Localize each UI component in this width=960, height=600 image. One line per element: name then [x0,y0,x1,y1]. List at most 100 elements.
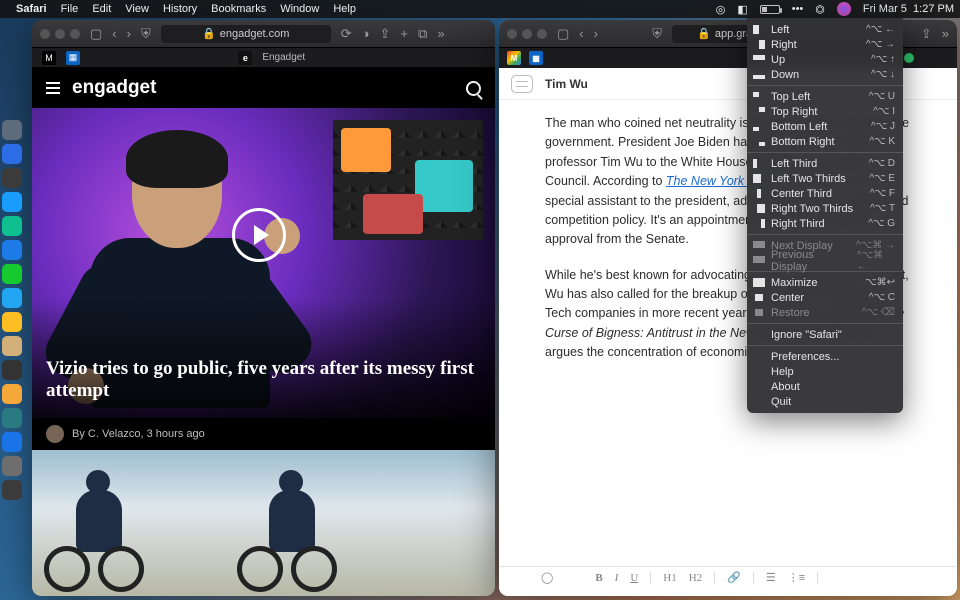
forward-button[interactable]: › [594,26,598,41]
privacy-icon[interactable]: ⛨ [141,26,151,42]
author-name[interactable]: C. Velazco [88,428,141,440]
dock-app-5[interactable] [2,240,22,260]
battery-icon[interactable] [760,5,780,14]
hero-article[interactable]: Vizio tries to go public, five years aft… [32,108,495,418]
tab-pinned-trello[interactable]: ▦ [529,51,543,65]
dock-app-8[interactable] [2,312,22,332]
rect-menu-item[interactable]: Preferences... [747,349,903,364]
rect-menu-item[interactable]: Left Third^⌥ D [747,156,903,171]
menu-window[interactable]: Window [280,3,319,15]
tab-label[interactable]: Engadget [262,52,305,63]
dock-app-14[interactable] [2,456,22,476]
rect-menu-item[interactable]: Right Third^⌥ G [747,216,903,231]
doc-title[interactable]: Tim Wu [545,77,588,91]
menubar: Safari File Edit View History Bookmarks … [0,0,960,18]
sidebar-icon[interactable]: ▢ [557,26,569,42]
rect-menu-item[interactable]: Bottom Left^⌥ J [747,119,903,134]
new-tab-button[interactable]: + [400,26,408,41]
menu-help[interactable]: Help [333,3,356,15]
attach-icon[interactable]: ◯ [541,571,553,584]
hero-artwork [333,120,483,240]
overflow-icon[interactable]: ••• [792,3,804,15]
sidebar-toggle-icon[interactable] [511,75,533,93]
bold-button[interactable]: B [595,572,602,584]
dock-app-6[interactable] [2,264,22,284]
dock-app-13[interactable] [2,432,22,452]
siri-icon[interactable] [837,2,851,16]
rect-menu-item[interactable]: Ignore "Safari" [747,327,903,342]
privacy-icon[interactable]: ⛨ [652,26,662,42]
site-logo[interactable]: engadget [72,77,156,99]
dock-app-1[interactable] [2,144,22,164]
rect-menu-item[interactable]: Right Two Thirds^⌥ T [747,201,903,216]
back-button[interactable]: ‹ [579,26,583,41]
overflow-button[interactable]: » [942,26,949,41]
rect-menu-item[interactable]: Center^⌥ C [747,290,903,305]
share-button[interactable]: ⇪ [380,26,391,42]
rect-menu-item[interactable]: Center Third^⌥ F [747,186,903,201]
menu-bookmarks[interactable]: Bookmarks [211,3,266,15]
window-controls[interactable] [40,29,80,39]
menu-edit[interactable]: Edit [92,3,111,15]
rect-menu-item[interactable]: About [747,379,903,394]
rect-menu-item[interactable]: Right^⌥ → [747,37,903,52]
menu-file[interactable]: File [61,3,79,15]
dock-app-15[interactable] [2,480,22,500]
rectangle-menubar-icon[interactable]: ◧ [737,3,747,16]
hamburger-icon[interactable] [46,82,60,94]
window-shape-icon [753,174,765,183]
rect-menu-item[interactable]: Help [747,364,903,379]
forward-button[interactable]: › [127,26,131,41]
dock-app-12[interactable] [2,408,22,428]
h2-button[interactable]: H2 [689,572,702,584]
rect-menu-item[interactable]: Bottom Right^⌥ K [747,134,903,149]
shortcut-label: ^⌥ T [870,203,895,214]
reload-button[interactable]: ⟳ [341,26,352,42]
sidebar-icon[interactable]: ▢ [90,26,102,42]
second-article-image[interactable] [32,450,495,596]
italic-button[interactable]: I [615,572,619,584]
tab-pinned-gmail[interactable]: M [507,51,521,65]
dock-app-9[interactable] [2,336,22,356]
bulleted-list-icon[interactable]: ⋮≡ [788,571,805,584]
rect-menu-item[interactable]: Left^⌥ ← [747,22,903,37]
dock-app-7[interactable] [2,288,22,308]
h1-button[interactable]: H1 [663,572,676,584]
window-shape-icon [753,293,765,302]
rect-menu-item[interactable]: Left Two Thirds^⌥ E [747,171,903,186]
underline-button[interactable]: U [630,572,638,584]
window-controls[interactable] [507,29,547,39]
rect-menu-item[interactable]: Quit [747,394,903,409]
control-center-icon[interactable]: ⏣ [815,3,825,16]
app-menu[interactable]: Safari [16,3,47,15]
link-icon[interactable]: 🔗 [727,571,741,584]
dock-app-11[interactable] [2,384,22,404]
shortcut-label: ^⌥ → [866,39,895,50]
rect-menu-item[interactable]: Top Left^⌥ U [747,89,903,104]
play-button-icon[interactable] [232,208,286,262]
numbered-list-icon[interactable]: ☰ [766,571,776,584]
tab-pinned-1[interactable]: M [42,51,56,65]
tabs-button[interactable]: ⧉ [418,26,427,42]
clock-date[interactable]: Fri Mar 5 1:27 PM [863,3,954,15]
rect-menu-item[interactable]: Up^⌥ ↑ [747,52,903,67]
rect-menu-item[interactable]: Maximize⌥⌘↩ [747,275,903,290]
search-icon[interactable] [466,81,481,96]
rect-menu-item[interactable]: Down^⌥ ↓ [747,67,903,82]
dock-app-10[interactable] [2,360,22,380]
dock-app-0[interactable] [2,120,22,140]
back-button[interactable]: ‹ [112,26,116,41]
menu-view[interactable]: View [125,3,149,15]
dock-app-2[interactable] [2,168,22,188]
reader-icon[interactable]: ◑ [362,26,370,41]
dock-app-4[interactable] [2,216,22,236]
rect-menu-item[interactable]: Top Right^⌥ I [747,104,903,119]
dock-app-3[interactable] [2,192,22,212]
menu-history[interactable]: History [163,3,197,15]
address-bar[interactable]: 🔒engadget.com [161,25,331,43]
share-button[interactable]: ⇪ [921,26,932,42]
tab-pinned-2[interactable]: ▦ [66,51,80,65]
overflow-button[interactable]: » [437,26,444,41]
status-icon[interactable]: ◎ [716,3,726,16]
shortcut-label: ^⌥ K [869,136,895,147]
